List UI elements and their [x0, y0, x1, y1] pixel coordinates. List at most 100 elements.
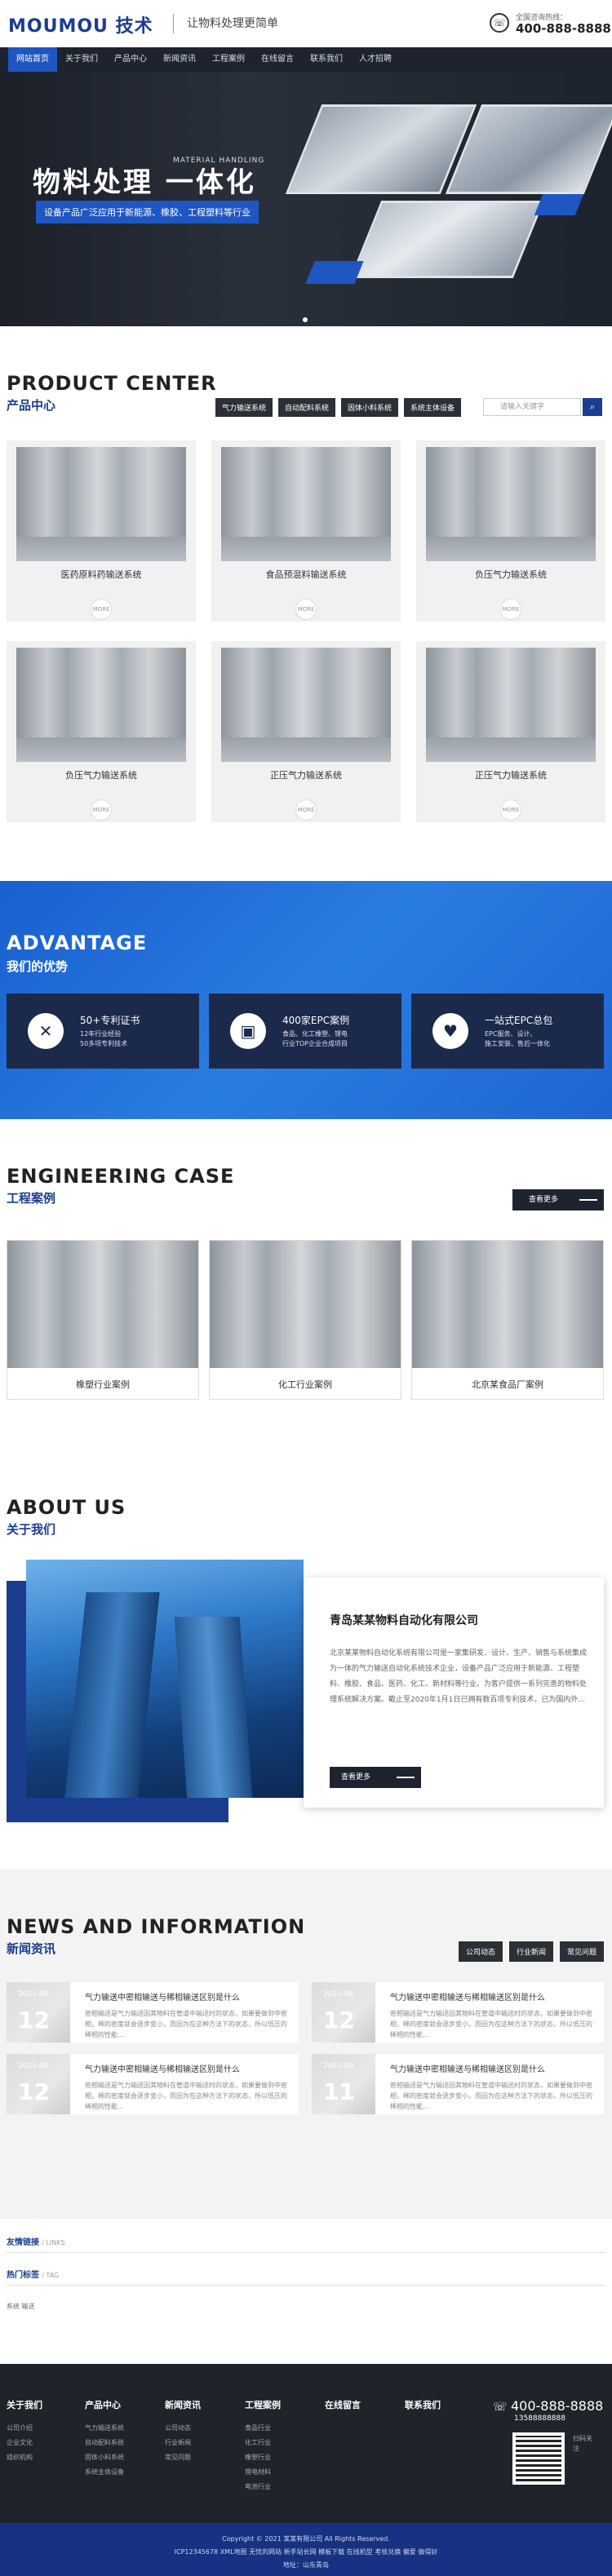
section-title-en: NEWS AND INFORMATION — [7, 1915, 306, 1938]
hand-heart-icon: ♥ — [432, 1013, 468, 1049]
footer-col-title[interactable]: 工程案例 — [245, 2398, 281, 2411]
news-desc: 密相输送是气力输送因其物料在管道中输送时的状态，如果要做到中密相，稀的密度就会逐… — [85, 2010, 287, 2038]
about-section: ABOUT US 关于我们 青岛某某物料自动化有限公司 北京某某物料自动化系统有… — [0, 1454, 612, 1870]
footer-col: 关于我们 公司介绍 企业文化 组织机构 — [7, 2398, 42, 2465]
case-card[interactable]: 橡塑行业案例 — [7, 1240, 199, 1400]
tools-icon: ✕ — [28, 1013, 64, 1049]
tab-company-news[interactable]: 公司动态 — [459, 1941, 503, 1962]
banner-photo — [349, 201, 545, 278]
footer-col-title[interactable]: 在线留言 — [325, 2398, 361, 2411]
nav-message[interactable]: 在线留言 — [253, 47, 302, 72]
more-button[interactable]: MORE — [500, 599, 521, 620]
news-item[interactable]: 2021-06 12 气力输送中密相输送与稀相输送区别是什么 密相输送是气力输送… — [312, 1982, 604, 2043]
banner-subtitle: MATERIAL HANDLING — [173, 157, 265, 165]
footer-link[interactable]: 橡塑行业 — [245, 2450, 281, 2465]
nav-about[interactable]: 关于我们 — [57, 47, 106, 72]
more-button[interactable]: MORE — [91, 599, 112, 620]
footer-link[interactable]: 行业新闻 — [165, 2436, 201, 2450]
footer-col-title[interactable]: 新闻资讯 — [165, 2398, 201, 2411]
tab-industry-news[interactable]: 行业新闻 — [509, 1941, 554, 1962]
footer-col: 在线留言 — [325, 2398, 361, 2421]
site-footer: 关于我们 公司介绍 企业文化 组织机构 产品中心 气力输送系统 自动配料系统 固… — [0, 2364, 612, 2523]
case-card[interactable]: 北京某食品厂案例 — [411, 1240, 604, 1400]
news-title[interactable]: 气力输送中密相输送与稀相输送区别是什么 — [390, 2062, 596, 2074]
footer-link[interactable]: 企业文化 — [7, 2436, 42, 2450]
section-title-en: ENGINEERING CASE — [7, 1165, 235, 1188]
hotline-number: 400-888-8888 — [516, 21, 611, 36]
slogan: 让物料处理更简单 — [173, 14, 278, 33]
product-card[interactable]: 正压气力输送系统 MORE — [211, 641, 401, 822]
footer-link[interactable]: 系统主体设备 — [85, 2465, 124, 2480]
footer-link[interactable]: 锂电材料 — [245, 2465, 281, 2480]
footer-mobile: 13588888888 — [514, 2414, 565, 2423]
nav-cases[interactable]: 工程案例 — [204, 47, 253, 72]
footer-link[interactable]: 公司动态 — [165, 2421, 201, 2436]
news-day: 12 — [323, 2007, 355, 2034]
footer-col-title[interactable]: 联系我们 — [405, 2398, 441, 2411]
more-button[interactable]: MORE — [295, 799, 317, 821]
friend-links-label: 友情链接 — [7, 2238, 39, 2247]
news-item[interactable]: 2021-06 11 气力输送中密相输送与稀相输送区别是什么 密相输送是气力输送… — [312, 2054, 604, 2114]
news-item[interactable]: 2021-06 12 气力输送中密相输送与稀相输送区别是什么 密相输送是气力输送… — [7, 2054, 299, 2114]
product-card[interactable]: 医药原料药输送系统 MORE — [7, 440, 196, 622]
tab-pneumatic[interactable]: 气力输送系统 — [215, 398, 273, 417]
carousel-dot[interactable] — [303, 317, 308, 322]
case-card[interactable]: 化工行业案例 — [209, 1240, 401, 1400]
footer-link[interactable]: 电池行业 — [245, 2480, 281, 2494]
product-card[interactable]: 负压气力输送系统 MORE — [416, 440, 605, 622]
footer-link[interactable]: 自动配料系统 — [85, 2436, 124, 2450]
tab-batching[interactable]: 自动配料系统 — [278, 398, 336, 417]
about-box: 青岛某某物料自动化有限公司 北京某某物料自动化系统有限公司是一家集研发、设计、生… — [304, 1578, 604, 1808]
view-more-button[interactable]: 查看更多 — [330, 1767, 421, 1788]
footer-link[interactable]: 组织机构 — [7, 2450, 42, 2465]
nav-products[interactable]: 产品中心 — [106, 47, 155, 72]
case-name: 橡塑行业案例 — [76, 1379, 130, 1390]
footer-link[interactable]: 食品行业 — [245, 2421, 281, 2436]
tab-main-equipment[interactable]: 系统主体设备 — [404, 398, 462, 417]
site-logo[interactable]: MOUMOU 技术 — [8, 11, 153, 38]
product-name: 正压气力输送系统 — [475, 770, 547, 781]
footer-col-title[interactable]: 产品中心 — [85, 2398, 124, 2411]
hot-tags-en: / TAG — [42, 2272, 60, 2279]
tag-list[interactable]: 系统 输送 — [7, 2302, 35, 2311]
news-title[interactable]: 气力输送中密相输送与稀相输送区别是什么 — [85, 2062, 290, 2074]
nav-contact[interactable]: 联系我们 — [302, 47, 351, 72]
news-title[interactable]: 气力输送中密相输送与稀相输送区别是什么 — [85, 1990, 290, 2003]
footer-col-title[interactable]: 关于我们 — [7, 2398, 42, 2411]
section-title-cn: 工程案例 — [7, 1191, 56, 1206]
nav-jobs[interactable]: 人才招聘 — [351, 47, 400, 72]
news-tabs: 公司动态 行业新闻 常见问题 — [452, 1941, 605, 1962]
footer-tel-number: 400-888-8888 — [510, 2398, 604, 2414]
news-desc: 密相输送是气力输送因其物料在管道中输送时的状态，如果要做到中密相，稀的密度就会逐… — [390, 2082, 592, 2110]
product-card[interactable]: 负压气力输送系统 MORE — [7, 641, 196, 822]
view-more-button[interactable]: 查看更多 — [512, 1189, 604, 1211]
product-image — [426, 648, 596, 762]
more-button[interactable]: MORE — [500, 799, 521, 821]
news-title[interactable]: 气力输送中密相输送与稀相输送区别是什么 — [390, 1990, 596, 2003]
tab-faq[interactable]: 常见问题 — [560, 1941, 605, 1962]
footer-link[interactable]: 常见问题 — [165, 2450, 201, 2465]
nav-home[interactable]: 网站首页 — [8, 47, 57, 72]
footer-link[interactable]: 化工行业 — [245, 2436, 281, 2450]
about-text: 北京某某物料自动化系统有限公司是一家集研发、设计、生产、销售与系统集成为一体的气… — [330, 1649, 588, 1704]
nav-news[interactable]: 新闻资讯 — [155, 47, 204, 72]
news-desc: 密相输送是气力输送因其物料在管道中输送时的状态，如果要做到中密相，稀的密度就会逐… — [85, 2082, 287, 2110]
product-card[interactable]: 正压气力输送系统 MORE — [416, 641, 605, 822]
more-button[interactable]: MORE — [295, 599, 317, 620]
phone-icon: ☏ — [493, 2401, 511, 2414]
more-button[interactable]: MORE — [91, 799, 112, 821]
footer-link[interactable]: 公司介绍 — [7, 2421, 42, 2436]
search-icon[interactable]: ⌕ — [583, 398, 602, 416]
footer-link[interactable]: 气力输送系统 — [85, 2421, 124, 2436]
news-item[interactable]: 2021-06 12 气力输送中密相输送与稀相输送区别是什么 密相输送是气力输送… — [7, 1982, 299, 2043]
tab-small-material[interactable]: 固体小料系统 — [341, 398, 399, 417]
section-title-en: PRODUCT CENTER — [7, 372, 217, 395]
hero-banner: 物料处理 一体化 MATERIAL HANDLING 设备产品广泛应用于新能源、… — [0, 72, 612, 326]
product-image — [16, 648, 186, 762]
copyright-links[interactable]: ICP12345678 XML地图 无忧的网站 新手站长网 模板下载 在线机型 … — [0, 2547, 612, 2556]
search-input[interactable]: 请输入关键字 — [483, 398, 581, 416]
banner-accent — [305, 261, 364, 284]
section-title-cn: 我们的优势 — [7, 959, 69, 974]
product-card[interactable]: 食品预混料输送系统 MORE — [211, 440, 401, 622]
footer-link[interactable]: 固体小料系统 — [85, 2450, 124, 2465]
